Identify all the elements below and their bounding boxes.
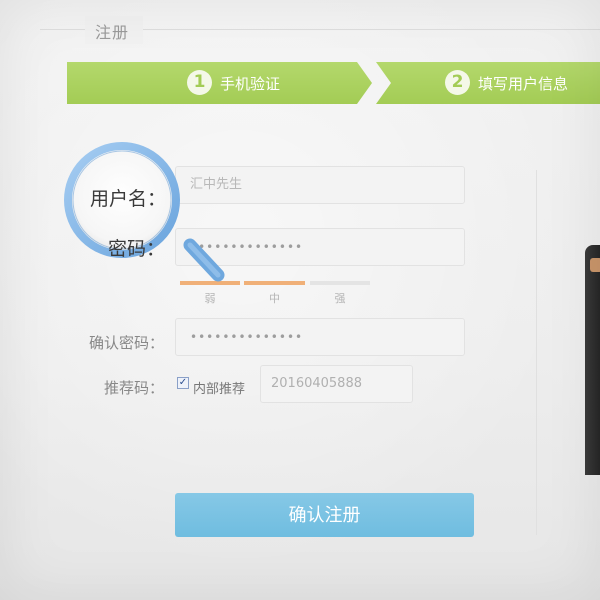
strength-bar-weak — [180, 281, 240, 285]
page-title: 注册 — [95, 23, 130, 42]
step-2-label: 填写用户信息 — [478, 75, 569, 93]
username-label: 用户名： — [90, 188, 167, 210]
strength-label-weak: 弱 — [204, 292, 216, 305]
strength-bar-medium — [244, 281, 305, 285]
person-figure-hand — [590, 258, 600, 272]
strength-label-medium: 中 — [269, 292, 280, 305]
referral-code-label: 推荐码： — [103, 379, 164, 397]
internal-referral-label: 内部推荐 — [193, 382, 246, 397]
internal-referral-checkbox[interactable]: ✓ — [177, 377, 189, 389]
referral-code-value: 20160405888 — [271, 376, 362, 391]
confirm-password-input[interactable]: •••••••••••••• — [175, 318, 465, 356]
check-icon: ✓ — [178, 377, 188, 388]
confirm-register-button[interactable]: 确认注册 — [175, 493, 474, 537]
confirm-password-value: •••••••••••••• — [190, 330, 304, 344]
registration-page: 注册 1 手机验证 2 填写用户信息 汇中先生 •••••••••••••• 弱… — [0, 0, 600, 600]
strength-bar-strong — [310, 281, 370, 285]
username-input[interactable]: 汇中先生 — [175, 166, 465, 204]
confirm-password-label: 确认密码： — [88, 334, 164, 352]
referral-code-input[interactable]: 20160405888 — [260, 365, 413, 403]
password-value: •••••••••••••• — [190, 240, 304, 254]
strength-label-strong: 强 — [334, 292, 346, 305]
person-figure-image — [585, 245, 600, 475]
step-2-number: 2 — [445, 70, 470, 95]
username-placeholder: 汇中先生 — [190, 177, 243, 192]
step-1-number: 1 — [187, 70, 212, 95]
step-progress-bar: 1 手机验证 2 填写用户信息 — [67, 62, 600, 104]
password-input[interactable]: •••••••••••••• — [175, 228, 465, 266]
password-label: 密码： — [108, 238, 166, 260]
step-1-label: 手机验证 — [220, 75, 281, 93]
form-side-divider — [536, 170, 537, 535]
